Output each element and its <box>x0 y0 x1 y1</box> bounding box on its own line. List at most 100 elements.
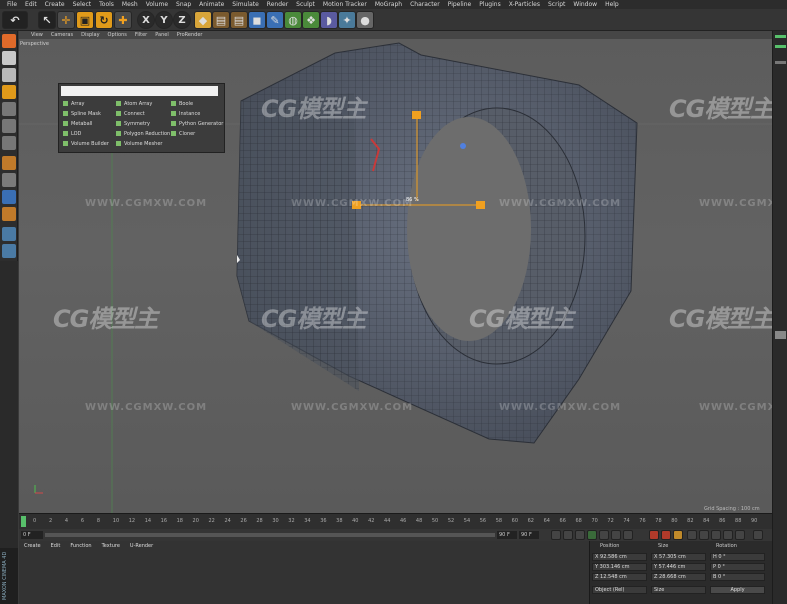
max-frame-field[interactable]: 90 F <box>519 531 539 539</box>
menu-window[interactable]: Window <box>569 1 601 8</box>
deformer-button[interactable]: ◗ <box>320 11 338 29</box>
model-mode-icon[interactable] <box>2 51 16 65</box>
move-cursor-tool-button[interactable]: ↖ <box>38 11 56 29</box>
solo-mode-icon[interactable] <box>2 227 16 241</box>
preview-range-slider[interactable] <box>45 533 495 537</box>
menu-mograph[interactable]: MoGraph <box>371 1 406 8</box>
coordinate-mode-dropdown[interactable]: Object (Rel) <box>592 586 647 594</box>
menu-pipeline[interactable]: Pipeline <box>444 1 475 8</box>
axis-mode-icon[interactable] <box>2 156 16 170</box>
render-picture-viewer-button[interactable]: ▤ <box>230 11 248 29</box>
cube-primitive-button[interactable]: ◼ <box>248 11 266 29</box>
z-axis-button[interactable]: Z <box>173 11 191 29</box>
x-axis-button[interactable]: X <box>137 11 155 29</box>
menu-snap[interactable]: Snap <box>172 1 195 8</box>
playhead[interactable] <box>21 516 26 527</box>
menu-tools[interactable]: Tools <box>95 1 118 8</box>
perspective-viewport[interactable]: View Cameras Display Options Filter Panel ProR… <box>19 31 787 513</box>
render-view-button[interactable]: ▤ <box>212 11 230 29</box>
menu-render[interactable]: Render <box>263 1 292 8</box>
generators-search-field[interactable] <box>61 86 218 96</box>
locked-workplane-icon[interactable] <box>2 244 16 258</box>
menu-help[interactable]: Help <box>601 1 623 8</box>
auto-key-button[interactable] <box>661 530 671 540</box>
menu-item-volume-builder[interactable]: Volume Builder <box>63 141 109 147</box>
make-editable-icon[interactable] <box>2 34 16 48</box>
tweak-mode-icon[interactable] <box>2 173 16 187</box>
next-key-button[interactable] <box>611 530 621 540</box>
go-to-end-button[interactable] <box>623 530 633 540</box>
record-button[interactable] <box>649 530 659 540</box>
move-tool-button[interactable]: ✛ <box>57 11 75 29</box>
spline-pen-button[interactable]: ✎ <box>266 11 284 29</box>
next-frame-button[interactable] <box>599 530 609 540</box>
position-key-button[interactable] <box>687 530 697 540</box>
snapping-icon[interactable] <box>2 190 16 204</box>
menu-script[interactable]: Script <box>544 1 569 8</box>
go-to-start-button[interactable] <box>551 530 561 540</box>
edges-mode-icon[interactable] <box>2 102 16 116</box>
scale-key-button[interactable] <box>699 530 709 540</box>
apply-button[interactable]: Apply <box>710 586 765 594</box>
rotate-tool-button[interactable]: ↻ <box>95 11 113 29</box>
subdivision-surface-button[interactable]: ◍ <box>284 11 302 29</box>
previous-key-button[interactable] <box>563 530 573 540</box>
menu-item-spline-mask[interactable]: Spline Mask <box>63 111 101 117</box>
menu-character[interactable]: Character <box>406 1 444 8</box>
menu-item-polygon-reduction[interactable]: Polygon Reduction <box>116 131 170 137</box>
menu-item-python-generator[interactable]: Python Generator <box>171 121 223 127</box>
undo-button[interactable]: ↶ <box>2 11 28 29</box>
rotation-key-button[interactable] <box>711 530 721 540</box>
position-z-field[interactable]: Z 12.548 cm <box>592 573 647 581</box>
camera-button[interactable]: ● <box>356 11 374 29</box>
rotation-h-field[interactable]: H 0 ° <box>710 553 765 561</box>
polygons-mode-icon[interactable] <box>2 119 16 133</box>
previous-frame-button[interactable] <box>575 530 585 540</box>
timeline-menu-button[interactable] <box>753 530 763 540</box>
menu-x-particles[interactable]: X-Particles <box>505 1 544 8</box>
menu-select[interactable]: Select <box>69 1 96 8</box>
menu-animate[interactable]: Animate <box>195 1 228 8</box>
menu-sculpt[interactable]: Sculpt <box>292 1 319 8</box>
menu-simulate[interactable]: Simulate <box>228 1 263 8</box>
material-menu-u-render[interactable]: U-Render <box>125 543 158 549</box>
position-y-field[interactable]: Y 303.146 cm <box>592 563 647 571</box>
menu-motion-tracker[interactable]: Motion Tracker <box>319 1 371 8</box>
play-button[interactable] <box>587 530 597 540</box>
material-menu-create[interactable]: Create <box>19 543 46 549</box>
object-manager-tab[interactable] <box>775 45 786 48</box>
points-mode-icon[interactable] <box>2 85 16 99</box>
size-x-field[interactable]: X 57.305 cm <box>651 553 706 561</box>
size-y-field[interactable]: Y 57.446 cm <box>651 563 706 571</box>
timeline-ruler[interactable]: 0 2 4 6 8 10 12 14 16 18 20 22 24 26 28 30 32 34 36 38 40 42 4… <box>19 513 772 529</box>
pla-key-button[interactable] <box>735 530 745 540</box>
menu-file[interactable]: File <box>3 1 21 8</box>
size-mode-dropdown[interactable]: Size <box>651 586 706 594</box>
menu-plugins[interactable]: Plugins <box>475 1 505 8</box>
menu-edit[interactable]: Edit <box>21 1 41 8</box>
parameter-key-button[interactable] <box>723 530 733 540</box>
menu-item-connect[interactable]: Connect <box>116 111 145 117</box>
attribute-manager-tab[interactable] <box>775 331 786 339</box>
uv-mode-icon[interactable] <box>2 136 16 150</box>
rotation-p-field[interactable]: P 0 ° <box>710 563 765 571</box>
material-menu-edit[interactable]: Edit <box>46 543 66 549</box>
rotation-b-field[interactable]: B 0 ° <box>710 573 765 581</box>
object-manager-tab[interactable] <box>775 61 786 64</box>
menu-item-metaball[interactable]: Metaball <box>63 121 92 127</box>
size-z-field[interactable]: Z 28.668 cm <box>651 573 706 581</box>
menu-item-array[interactable]: Array <box>63 101 84 107</box>
menu-item-cloner[interactable]: Cloner <box>171 131 195 137</box>
texture-mode-icon[interactable] <box>2 68 16 82</box>
environment-button[interactable]: ✦ <box>338 11 356 29</box>
coordinate-system-button[interactable]: ◆ <box>194 11 212 29</box>
array-generator-button[interactable]: ❖ <box>302 11 320 29</box>
object-manager-tab[interactable] <box>775 35 786 38</box>
menu-item-atom-array[interactable]: Atom Array <box>116 101 152 107</box>
workplane-icon[interactable] <box>2 207 16 221</box>
menu-volume[interactable]: Volume <box>142 1 172 8</box>
menu-item-volume-mesher[interactable]: Volume Mesher <box>116 141 162 147</box>
recent-tool-button[interactable]: ✚ <box>114 11 132 29</box>
menu-item-boole[interactable]: Boole <box>171 101 193 107</box>
y-axis-button[interactable]: Y <box>155 11 173 29</box>
